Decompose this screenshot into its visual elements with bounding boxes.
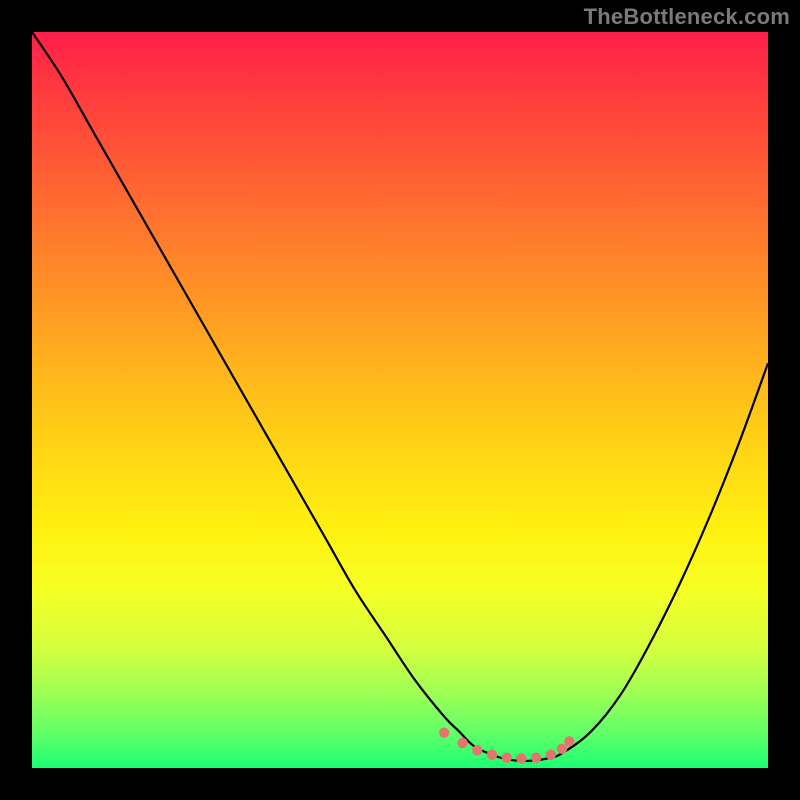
data-point-dot [564,736,574,746]
chart-svg [32,32,768,768]
data-point-dot [502,753,512,763]
data-point-dot [439,727,449,737]
data-point-dot [457,738,467,748]
data-point-dot [531,753,541,763]
data-point-dot [546,750,556,760]
data-point-dot [516,753,526,763]
watermark-label: TheBottleneck.com [584,4,790,30]
curve-line [32,32,768,761]
data-point-dot [487,750,497,760]
data-point-dot [557,744,567,754]
plot-area [32,32,768,768]
data-point-dot [472,745,482,755]
chart-container: TheBottleneck.com [0,0,800,800]
